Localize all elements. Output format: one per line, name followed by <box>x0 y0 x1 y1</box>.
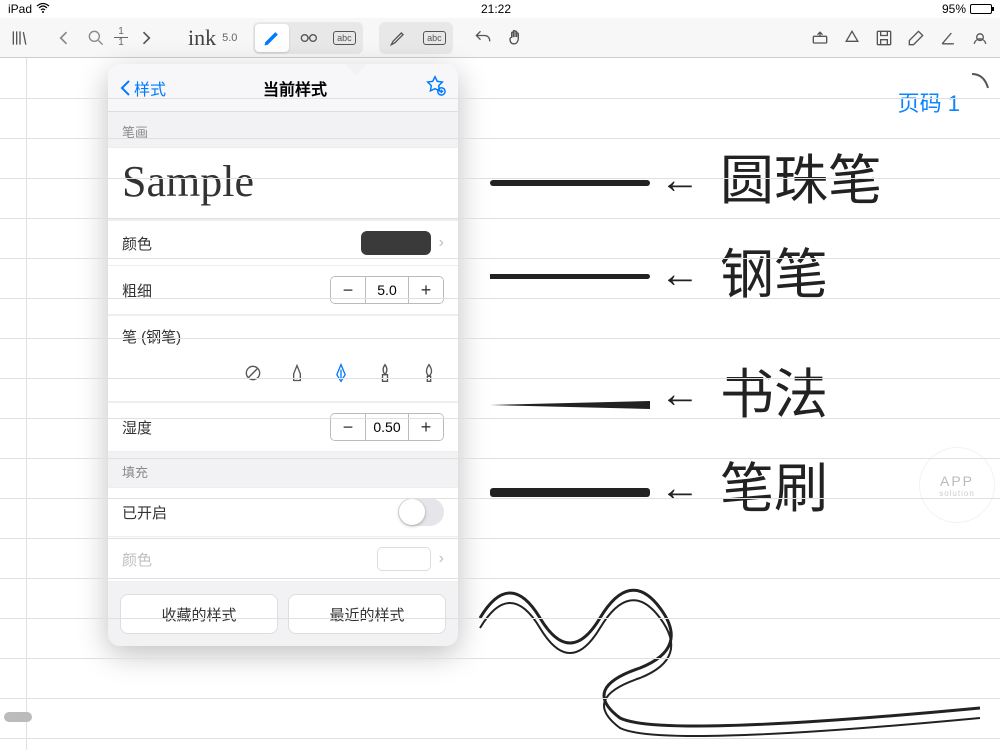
wetness-row: 湿度 − 0.50 + <box>108 402 458 452</box>
label-ballpoint: 圆珠笔 <box>720 136 882 215</box>
pen-tool-icon[interactable] <box>255 24 289 52</box>
thickness-value: 5.0 <box>365 277 409 303</box>
text-box-icon[interactable]: abc <box>327 24 361 52</box>
color-swatch <box>361 231 431 255</box>
ink-size: 5.0 <box>222 32 237 44</box>
side-tab[interactable] <box>4 712 32 722</box>
thickness-row: 粗细 − 5.0 + <box>108 266 458 315</box>
hand-icon[interactable] <box>501 24 529 52</box>
toolbar: 1 1 ink 5.0 abc abc <box>0 18 1000 58</box>
insert-icon[interactable] <box>806 24 834 52</box>
ink-label: ink <box>188 25 216 51</box>
wifi-icon <box>36 2 50 16</box>
battery-percent: 95% <box>942 2 966 16</box>
back-button[interactable]: 样式 <box>120 76 166 100</box>
pen-fountain-icon[interactable] <box>330 359 352 387</box>
sample-text: Sample <box>122 157 254 206</box>
popover-title: 当前样式 <box>263 76 327 100</box>
pen-calligraphy-icon[interactable] <box>374 359 396 387</box>
watermark: APPsolution <box>920 448 994 522</box>
pen-ballpoint-icon[interactable] <box>286 359 308 387</box>
color-row[interactable]: 颜色 › <box>108 220 458 266</box>
save-icon[interactable] <box>870 24 898 52</box>
undo-icon[interactable] <box>469 24 497 52</box>
battery-icon <box>970 4 992 14</box>
status-bar: iPad 21:22 95% <box>0 0 1000 18</box>
canvas[interactable]: 页码 1 APPsolution ← 圆珠笔 ← 钢笔 ← 书法 ← 笔刷 样式… <box>0 58 1000 750</box>
angle-icon[interactable] <box>934 24 962 52</box>
fill-color-swatch <box>377 547 431 571</box>
stroke-calligraphy <box>490 396 650 404</box>
favorite-icon[interactable] <box>424 74 446 101</box>
thickness-stepper: − 5.0 + <box>330 276 444 304</box>
highlighter-icon[interactable] <box>381 24 415 52</box>
favorite-styles-button[interactable]: 收藏的样式 <box>120 594 278 634</box>
read-mode-icon[interactable] <box>291 24 325 52</box>
shapes-icon[interactable] <box>838 24 866 52</box>
corner-mark <box>970 72 990 92</box>
arrow-1: ← <box>660 158 700 203</box>
eraser-icon[interactable] <box>902 24 930 52</box>
tool-group-1: abc <box>253 22 363 54</box>
squiggle <box>470 558 990 743</box>
device-label: iPad <box>8 2 32 16</box>
next-page-icon[interactable] <box>132 24 160 52</box>
recent-styles-button[interactable]: 最近的样式 <box>288 594 446 634</box>
arrow-4: ← <box>660 466 700 511</box>
page-number-label: 页码 1 <box>898 86 960 118</box>
prev-page-icon[interactable] <box>50 24 78 52</box>
pen-brush-icon[interactable] <box>418 359 440 387</box>
style-popover: 样式 当前样式 笔画 Sample 颜色 › 粗细 − 5.0 + <box>108 64 458 646</box>
chevron-right-icon: › <box>439 234 444 252</box>
sample-preview: Sample <box>108 147 458 220</box>
stroke-ballpoint <box>490 180 650 186</box>
stroke-brush <box>490 488 650 497</box>
tool-group-2: abc <box>379 22 453 54</box>
clock: 21:22 <box>481 2 511 16</box>
pen-type-row <box>108 351 458 402</box>
fill-enabled-row: 已开启 <box>108 487 458 537</box>
stroke-fountain <box>490 274 650 279</box>
page-indicator[interactable]: 1 1 <box>114 27 128 48</box>
fill-toggle[interactable] <box>398 498 444 526</box>
pen-type-label: 笔 (钢笔) <box>108 315 458 351</box>
library-icon[interactable] <box>6 24 34 52</box>
thickness-minus[interactable]: − <box>331 277 365 303</box>
settings-icon[interactable] <box>966 24 994 52</box>
margin-line <box>26 58 27 750</box>
pen-none-icon[interactable] <box>242 359 264 387</box>
search-icon[interactable] <box>82 24 110 52</box>
fill-color-row[interactable]: 颜色 › <box>108 537 458 582</box>
text-highlight-icon[interactable]: abc <box>417 24 451 52</box>
chevron-right-icon: › <box>439 550 444 568</box>
thickness-plus[interactable]: + <box>409 277 443 303</box>
section-stroke: 笔画 <box>108 112 458 147</box>
label-brush: 笔刷 <box>720 444 828 523</box>
